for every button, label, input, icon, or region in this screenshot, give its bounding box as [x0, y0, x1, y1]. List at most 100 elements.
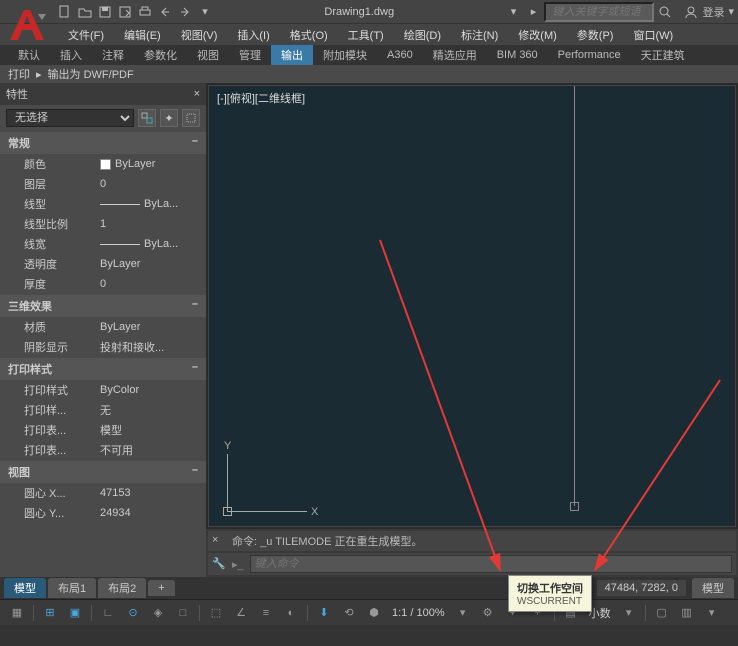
scale-dropdown-icon[interactable]: ▾: [452, 603, 474, 623]
space-indicator[interactable]: 模型: [692, 578, 734, 598]
properties-close-icon[interactable]: ×: [194, 88, 200, 100]
open-icon[interactable]: [76, 3, 94, 21]
cat-view[interactable]: 视图–: [0, 461, 206, 483]
transparency-icon[interactable]: ◐: [280, 603, 302, 623]
otrack-icon[interactable]: ∠: [230, 603, 252, 623]
select-objects-icon[interactable]: [182, 109, 200, 127]
ribbon-tab-1[interactable]: 插入: [50, 45, 92, 65]
cmd-close-icon[interactable]: ×: [212, 534, 226, 548]
pickadd-icon[interactable]: ✦: [160, 109, 178, 127]
ribbon-tab-5[interactable]: 管理: [229, 45, 271, 65]
prop-thickness-value[interactable]: 0: [96, 278, 206, 290]
panel-export[interactable]: 输出为 DWF/PDF: [48, 66, 134, 82]
login-dropdown-icon: ▾: [728, 5, 734, 18]
polar-icon[interactable]: ⊙: [122, 603, 144, 623]
ribbon-tab-3[interactable]: 参数化: [134, 45, 187, 65]
menu-modify[interactable]: 修改(M): [508, 27, 567, 43]
osnap-icon[interactable]: □: [172, 603, 194, 623]
units-dropdown-icon[interactable]: ▾: [618, 603, 640, 623]
ortho-icon[interactable]: ∟: [97, 603, 119, 623]
grid-icon[interactable]: ⊞: [39, 603, 61, 623]
login-label: 登录: [702, 4, 724, 20]
prop-linetype-value[interactable]: ByLa...: [96, 198, 206, 210]
menu-tools[interactable]: 工具(T): [338, 27, 394, 43]
layout-tab-2[interactable]: 布局2: [98, 578, 146, 598]
dyninput-icon[interactable]: ⬇: [313, 603, 335, 623]
ribbon-tab-0[interactable]: 默认: [8, 45, 50, 65]
prop-plottable-value[interactable]: 模型: [96, 422, 206, 438]
undo-icon[interactable]: [156, 3, 174, 21]
cat-3d[interactable]: 三维效果–: [0, 295, 206, 317]
ribbon-tab-9[interactable]: 精选应用: [423, 45, 487, 65]
prop-material-value[interactable]: ByLayer: [96, 321, 206, 333]
lineweight-icon[interactable]: ≡: [255, 603, 277, 623]
search-icon[interactable]: [656, 3, 674, 21]
menu-dimension[interactable]: 标注(N): [451, 27, 508, 43]
saveas-icon[interactable]: [116, 3, 134, 21]
prop-plotstyle2-value[interactable]: 无: [96, 402, 206, 418]
ribbon-tab-10[interactable]: BIM 360: [487, 47, 548, 63]
workspace-icon[interactable]: ⚙: [477, 603, 499, 623]
drawing-canvas[interactable]: [-][俯视][二维线框] YX: [208, 85, 736, 527]
prop-linescale-value[interactable]: 1: [96, 218, 206, 230]
menu-parametric[interactable]: 参数(P): [567, 27, 624, 43]
save-icon[interactable]: [96, 3, 114, 21]
prop-shadow-value[interactable]: 投射和接收...: [96, 339, 206, 355]
ribbon-tab-8[interactable]: A360: [377, 47, 423, 63]
selection-dropdown[interactable]: 无选择: [6, 109, 134, 127]
snap-icon[interactable]: ▣: [64, 603, 86, 623]
prop-lineweight-value[interactable]: ByLa...: [96, 238, 206, 250]
viewport-label[interactable]: [-][俯视][二维线框]: [217, 90, 305, 106]
prop-color-value[interactable]: ByLayer: [96, 158, 206, 170]
menu-window[interactable]: 窗口(W): [623, 27, 683, 43]
prop-transparency-value[interactable]: ByLayer: [96, 258, 206, 270]
isolate-icon[interactable]: ▥: [676, 603, 698, 623]
coordinate-readout[interactable]: 47484, 7282, 0: [597, 580, 686, 596]
panel-print[interactable]: 打印: [8, 66, 30, 82]
menu-draw[interactable]: 绘图(D): [394, 27, 451, 43]
prop-plottable2-value[interactable]: 不可用: [96, 442, 206, 458]
add-layout-tab[interactable]: +: [148, 580, 174, 596]
ribbon-tab-7[interactable]: 附加模块: [313, 45, 377, 65]
print-icon[interactable]: [136, 3, 154, 21]
ribbon-tab-2[interactable]: 注释: [92, 45, 134, 65]
prop-plotstyle-value[interactable]: ByColor: [96, 384, 206, 396]
prop-centerx-value[interactable]: 47153: [96, 487, 206, 499]
layout-tab-0[interactable]: 模型: [4, 578, 46, 598]
hwaccel-icon[interactable]: ▢: [651, 603, 673, 623]
3dosnap-icon[interactable]: ⬚: [205, 603, 227, 623]
layout-tab-1[interactable]: 布局1: [48, 578, 96, 598]
menu-insert[interactable]: 插入(I): [227, 27, 279, 43]
search-input[interactable]: [544, 2, 654, 22]
prop-centery-value[interactable]: 24934: [96, 507, 206, 519]
menu-file[interactable]: 文件(F): [58, 27, 114, 43]
quickselect-icon[interactable]: [138, 109, 156, 127]
anno-scale[interactable]: 1:1 / 100%: [388, 607, 449, 619]
ribbon-tab-12[interactable]: 天正建筑: [631, 45, 695, 65]
3d-icon[interactable]: ⬢: [363, 603, 385, 623]
ribbon-tab-6[interactable]: 输出: [271, 45, 313, 65]
app-logo[interactable]: [6, 6, 50, 44]
cat-plot[interactable]: 打印样式–: [0, 358, 206, 380]
isodraft-icon[interactable]: ◈: [147, 603, 169, 623]
ribbon-tab-11[interactable]: Performance: [548, 47, 631, 63]
prop-layer-value[interactable]: 0: [96, 178, 206, 190]
cat-general[interactable]: 常规–: [0, 132, 206, 154]
ribbon-tab-4[interactable]: 视图: [187, 45, 229, 65]
login-button[interactable]: 登录 ▾: [684, 4, 734, 20]
model-space-icon[interactable]: ▦: [6, 603, 28, 623]
search-glass-icon: ▸: [524, 3, 542, 21]
command-input[interactable]: [250, 555, 732, 573]
cycling-icon[interactable]: ⟲: [338, 603, 360, 623]
collapse-icon: –: [192, 135, 198, 151]
new-icon[interactable]: [56, 3, 74, 21]
customization-icon[interactable]: ▾: [701, 603, 723, 623]
title-dropdown-icon[interactable]: ▾: [504, 3, 522, 21]
prop-linescale-label: 线型比例: [0, 216, 96, 232]
cmd-config-icon[interactable]: 🔧: [212, 557, 226, 571]
menu-format[interactable]: 格式(O): [280, 27, 338, 43]
redo-icon[interactable]: [176, 3, 194, 21]
qat-dropdown-icon[interactable]: ▾: [196, 3, 214, 21]
menu-edit[interactable]: 编辑(E): [114, 27, 171, 43]
menu-view[interactable]: 视图(V): [171, 27, 228, 43]
